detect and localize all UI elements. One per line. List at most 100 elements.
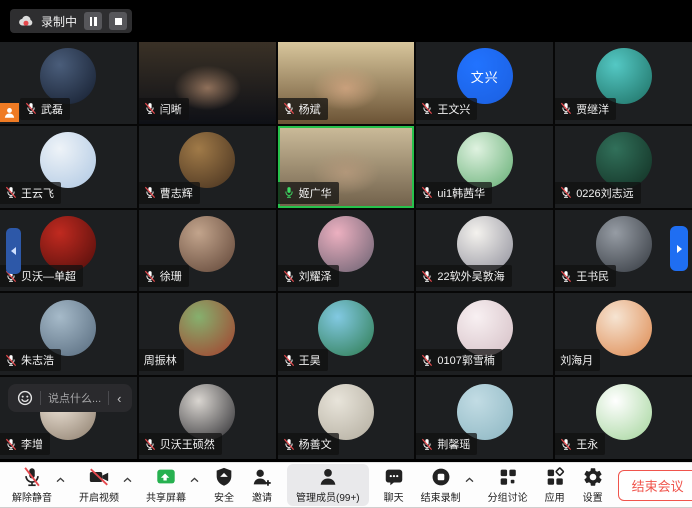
mic-muted-icon: [144, 438, 156, 451]
participant-name: 闫晰: [160, 101, 182, 117]
toolbar-label: 设置: [583, 489, 603, 504]
participant-name: ui1韩茜华: [437, 185, 485, 201]
mic-muted-icon: [421, 102, 433, 115]
avatar: [596, 48, 652, 104]
toolbar-record-stop[interactable]: 结束录制: [419, 464, 463, 506]
avatar: [457, 216, 513, 272]
participant-tile[interactable]: 曹志辉: [139, 126, 276, 208]
participant-name: 王文兴: [437, 101, 470, 117]
avatar: [596, 300, 652, 356]
toolbar-chat[interactable]: 聊天: [381, 464, 407, 506]
divider: [40, 391, 41, 405]
toolbar-members[interactable]: 管理成员(99+): [287, 464, 369, 506]
quick-chat-bar[interactable]: 说点什么... ‹: [8, 384, 132, 412]
participant-tile[interactable]: 贾继洋: [555, 42, 692, 124]
toolbar-expand-chevron[interactable]: [465, 470, 474, 488]
participant-tile[interactable]: 姬广华: [278, 126, 415, 208]
chevron-up-icon: [56, 477, 65, 483]
participant-name-pill: 22软外吴敦海: [416, 265, 511, 287]
mic-muted-icon: [144, 270, 156, 283]
toolbar-camera-off[interactable]: 开启视频: [77, 464, 121, 506]
participant-tile[interactable]: ui1韩茜华: [416, 126, 553, 208]
emoji-icon[interactable]: [17, 390, 33, 406]
mic-muted-icon: [560, 186, 572, 199]
participant-tile[interactable]: 刘耀泽: [278, 210, 415, 292]
mic-muted-icon: [421, 270, 433, 283]
toolbar-settings[interactable]: 设置: [580, 464, 606, 506]
next-page-button[interactable]: [670, 226, 688, 271]
end-meeting-button[interactable]: 结束会议: [618, 470, 692, 501]
participant-name: 荆馨瑶: [437, 436, 470, 452]
members-icon: [317, 466, 339, 488]
participant-tile[interactable]: 王永: [555, 377, 692, 459]
participant-tile[interactable]: 22软外吴敦海: [416, 210, 553, 292]
avatar: [596, 384, 652, 440]
record-stop-icon: [430, 466, 452, 488]
participant-tile[interactable]: 杨善文: [278, 377, 415, 459]
toolbar-label: 应用: [545, 489, 565, 504]
toolbar-expand-chevron[interactable]: [190, 470, 199, 488]
participant-tile[interactable]: 王昊: [278, 293, 415, 375]
participant-name-pill: 王永: [555, 433, 605, 455]
toolbar-expand-chevron[interactable]: [56, 470, 65, 488]
participant-tile[interactable]: 武磊: [0, 42, 137, 124]
recording-pill: 录制中: [10, 9, 132, 33]
avatar: [318, 384, 374, 440]
participant-tile[interactable]: 荆馨瑶: [416, 377, 553, 459]
participant-name-pill: 王文兴: [416, 98, 477, 120]
participant-name-pill: 贾继洋: [555, 98, 616, 120]
toolbar-apps[interactable]: 应用: [542, 464, 568, 506]
toolbar-breakout[interactable]: 分组讨论: [486, 464, 530, 506]
mic-muted-icon: [421, 438, 433, 451]
toolbar-invite[interactable]: 邀请: [249, 464, 275, 506]
participant-name: 杨善文: [299, 436, 332, 452]
participant-tile[interactable]: 周振林: [139, 293, 276, 375]
shield-icon: [213, 466, 235, 488]
stop-recording-button[interactable]: [109, 12, 127, 30]
mic-muted-icon: [5, 354, 17, 367]
participant-name-pill: 王书民: [555, 265, 616, 287]
participant-tile[interactable]: 杨斌: [278, 42, 415, 124]
participant-tile[interactable]: 闫晰: [139, 42, 276, 124]
toolbar-screen-share[interactable]: 共享屏幕: [144, 464, 188, 506]
participant-name: 贝沃王硕然: [160, 436, 215, 452]
mic-on-icon: [283, 186, 295, 199]
mic-muted-icon: [560, 270, 572, 283]
mic-muted-icon: [560, 438, 572, 451]
participant-tile[interactable]: 贝沃王硕然: [139, 377, 276, 459]
participant-tile[interactable]: 0107郭雪楠: [416, 293, 553, 375]
avatar: [179, 300, 235, 356]
participant-name-pill: 朱志浩: [0, 349, 61, 371]
participant-name: 贾继洋: [576, 101, 609, 117]
participant-name: 刘海月: [560, 352, 593, 368]
cloud-recording-icon: [18, 14, 34, 28]
participant-tile[interactable]: 徐珊: [139, 210, 276, 292]
invite-icon: [251, 466, 273, 488]
participant-tile[interactable]: 0226刘志远: [555, 126, 692, 208]
participant-tile[interactable]: 王云飞: [0, 126, 137, 208]
mic-off-icon: [21, 466, 43, 488]
participant-name-pill: 杨善文: [278, 433, 339, 455]
participant-name: 22软外吴敦海: [437, 268, 504, 284]
mic-muted-icon: [421, 186, 433, 199]
toolbar-label: 邀请: [252, 489, 272, 504]
chat-input-placeholder[interactable]: 说点什么...: [48, 390, 101, 406]
apps-icon: [544, 466, 566, 488]
toolbar-shield[interactable]: 安全: [211, 464, 237, 506]
divider: [108, 391, 109, 405]
participant-name-pill: 武磊: [20, 98, 70, 120]
avatar: [179, 216, 235, 272]
meeting-window: 录制中 武磊 闫晰 杨斌文兴 王文兴: [0, 0, 692, 508]
collapse-chat-icon[interactable]: ‹: [116, 392, 122, 405]
avatar: [40, 216, 96, 272]
toolbar-expand-chevron[interactable]: [123, 470, 132, 488]
participant-name-pill: 荆馨瑶: [416, 433, 477, 455]
pause-recording-button[interactable]: [84, 12, 102, 30]
toolbar-mic-off[interactable]: 解除静音: [10, 464, 54, 506]
participant-name: 曹志辉: [160, 185, 193, 201]
participant-tile[interactable]: 文兴 王文兴: [416, 42, 553, 124]
prev-page-button[interactable]: [6, 228, 21, 274]
bottom-toolbar: 解除静音开启视频共享屏幕安全邀请管理成员(99+)聊天结束录制分组讨论应用设置 …: [0, 462, 692, 508]
participant-tile[interactable]: 朱志浩: [0, 293, 137, 375]
participant-tile[interactable]: 刘海月: [555, 293, 692, 375]
